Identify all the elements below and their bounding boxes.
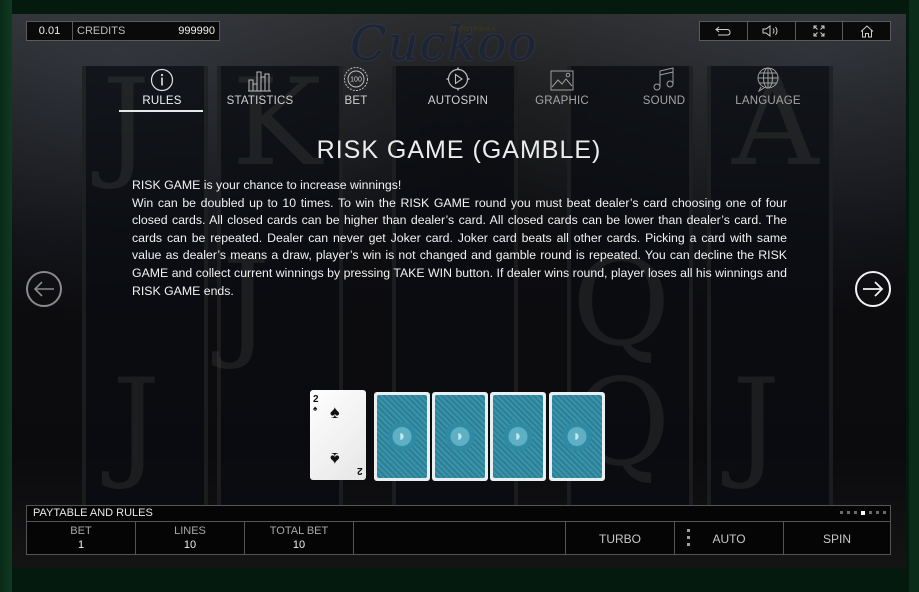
chip-icon: 100 bbox=[344, 67, 368, 91]
game-window: J K A J Q J Q J Cuckoo endorphina's 0.01… bbox=[0, 0, 919, 592]
svg-text:100: 100 bbox=[350, 77, 362, 84]
lines-value: 10 bbox=[183, 539, 197, 551]
auto-button[interactable]: AUTO bbox=[675, 522, 784, 555]
spin-button[interactable]: SPIN bbox=[784, 522, 890, 555]
frame-left bbox=[0, 0, 12, 592]
page-dot[interactable] bbox=[883, 511, 886, 514]
closed-card-2[interactable]: ◗ bbox=[432, 392, 488, 481]
fullscreen-icon bbox=[813, 25, 825, 37]
frame-right bbox=[909, 0, 919, 592]
image-icon bbox=[550, 70, 574, 91]
page-dot[interactable] bbox=[854, 511, 857, 514]
menu-tabs: RULES STATISTICS 100 BET AUTOSPIN GRAPHI… bbox=[112, 66, 832, 114]
home-icon bbox=[860, 24, 873, 37]
total-bet-value: 10 bbox=[292, 539, 306, 551]
music-note-icon bbox=[653, 67, 674, 91]
closed-card-4[interactable]: ◗ bbox=[549, 392, 605, 481]
globe-icon bbox=[757, 67, 779, 92]
tab-label: STATISTICS bbox=[226, 95, 294, 107]
page-dot[interactable] bbox=[840, 511, 843, 514]
fullscreen-button[interactable] bbox=[796, 22, 844, 40]
closed-card-3[interactable]: ◗ bbox=[490, 392, 546, 481]
more-options-icon[interactable] bbox=[687, 529, 690, 546]
sound-button[interactable] bbox=[748, 22, 796, 40]
page-dot[interactable] bbox=[847, 511, 850, 514]
tab-label: AUTOSPIN bbox=[427, 95, 489, 107]
active-tab-indicator bbox=[119, 110, 203, 112]
spade-icon: ♠ bbox=[330, 402, 340, 422]
paytable-title: PAYTABLE AND RULES bbox=[33, 507, 153, 519]
bet-display: BET 1 bbox=[27, 522, 136, 555]
tab-label: BET bbox=[344, 95, 368, 107]
bar-chart-icon bbox=[248, 71, 271, 92]
spade-icon: ♠ bbox=[330, 449, 340, 469]
back-button[interactable] bbox=[700, 22, 748, 40]
total-bet-label: TOTAL BET bbox=[269, 525, 329, 537]
total-bet-display: TOTAL BET 10 bbox=[245, 522, 354, 555]
rules-text: RISK GAME is your chance to increase win… bbox=[132, 177, 787, 300]
win-display bbox=[354, 522, 566, 555]
autospin-icon bbox=[446, 67, 470, 91]
rules-paragraph: RISK GAME is your chance to increase win… bbox=[132, 178, 402, 192]
card-rank: 2 bbox=[357, 465, 363, 476]
rules-paragraph: Win can be doubled up to 10 times. To wi… bbox=[132, 195, 787, 298]
game-logo: Cuckoo bbox=[350, 16, 538, 72]
bg-symbol: J bbox=[732, 354, 781, 493]
tab-sound[interactable]: SOUND bbox=[614, 66, 714, 112]
back-arrow-icon bbox=[715, 26, 731, 36]
tab-label: RULES bbox=[142, 95, 182, 107]
next-page-button[interactable] bbox=[855, 271, 891, 307]
home-button[interactable] bbox=[843, 22, 890, 40]
lines-label: LINES bbox=[174, 525, 206, 537]
card-back-logo-icon: ◗ bbox=[493, 395, 543, 478]
tab-label: GRAPHIC bbox=[535, 95, 589, 107]
page-title: RISK GAME (GAMBLE) bbox=[316, 136, 602, 164]
bet-label: BET bbox=[70, 525, 92, 537]
tab-bet[interactable]: 100 BET bbox=[306, 66, 406, 112]
tab-autospin[interactable]: AUTOSPIN bbox=[408, 66, 508, 112]
page-dot[interactable] bbox=[876, 511, 879, 514]
tab-statistics[interactable]: STATISTICS bbox=[210, 66, 310, 112]
closed-card-1[interactable]: ◗ bbox=[374, 392, 430, 481]
page-indicator bbox=[840, 510, 886, 515]
bottom-title: PAYTABLE AND RULES bbox=[27, 506, 890, 522]
tab-language[interactable]: LANGUAGE bbox=[718, 66, 818, 112]
bet-value: 1 bbox=[77, 539, 85, 551]
lines-display: LINES 10 bbox=[136, 522, 245, 555]
turbo-button[interactable]: TURBO bbox=[566, 522, 675, 555]
card-suit-small: ♠ bbox=[313, 404, 318, 413]
tab-rules[interactable]: RULES bbox=[112, 66, 212, 112]
tab-label: SOUND bbox=[642, 95, 686, 107]
system-buttons bbox=[699, 21, 891, 41]
card-back-logo-icon: ◗ bbox=[435, 395, 485, 478]
dealer-card: 2 ♠ ♠ ♠ 2 bbox=[310, 390, 366, 480]
card-back-logo-icon: ◗ bbox=[377, 395, 427, 478]
info-icon bbox=[150, 68, 174, 92]
tab-graphic[interactable]: GRAPHIC bbox=[512, 66, 612, 112]
page-dot-active[interactable] bbox=[861, 510, 865, 515]
arrow-left-icon bbox=[33, 281, 54, 297]
card-back-logo-icon: ◗ bbox=[552, 395, 602, 478]
credits-value: 999990 bbox=[178, 25, 215, 37]
denomination-value[interactable]: 0.01 bbox=[27, 22, 73, 40]
bg-symbol: J bbox=[112, 354, 161, 493]
credits-panel: 0.01 CREDITS 999990 bbox=[26, 21, 220, 41]
game-area: J K A J Q J Q J Cuckoo endorphina's 0.01… bbox=[12, 14, 906, 568]
speaker-icon bbox=[762, 25, 778, 37]
arrow-right-icon bbox=[863, 281, 884, 297]
bottom-bar: PAYTABLE AND RULES BET 1 LINES 10 TOTAL … bbox=[26, 505, 891, 555]
auto-label: AUTO bbox=[712, 531, 746, 546]
tab-label: LANGUAGE bbox=[735, 95, 801, 107]
page-dot[interactable] bbox=[869, 511, 872, 514]
previous-page-button[interactable] bbox=[26, 271, 62, 307]
credits-label: CREDITS bbox=[77, 25, 126, 37]
game-logo-subtext: endorphina's bbox=[450, 24, 496, 33]
